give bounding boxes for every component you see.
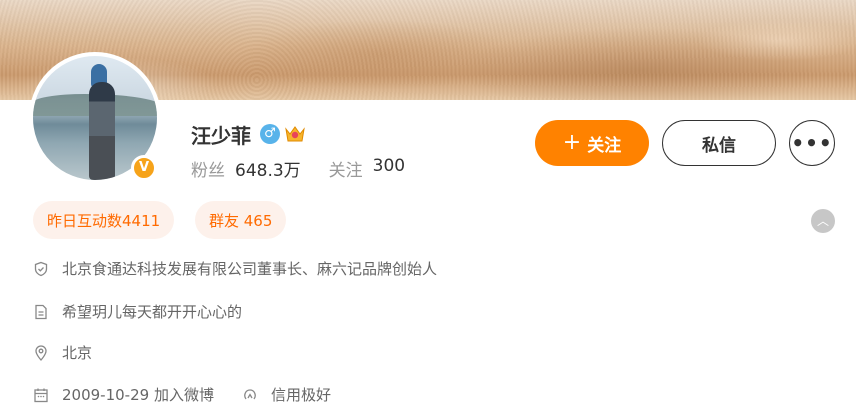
vip-crown-icon[interactable] <box>284 124 306 144</box>
name-row: 汪少菲 ♂ <box>191 120 306 148</box>
message-label: 私信 <box>702 135 736 156</box>
location-text: 北京 <box>62 344 93 362</box>
message-button[interactable]: 私信 <box>662 120 776 166</box>
info-title-row: 北京食通达科技发展有限公司董事长、麻六记品牌创始人 <box>33 258 437 279</box>
document-icon <box>33 304 49 320</box>
shield-icon <box>33 261 49 277</box>
interaction-count-label: 昨日互动数4411 <box>47 211 161 230</box>
verified-title: 北京食通达科技发展有限公司董事长、麻六记品牌创始人 <box>62 260 438 278</box>
plus-icon: + <box>562 130 582 155</box>
profile-name: 汪少菲 <box>191 123 251 148</box>
info-location-row: 北京 <box>33 342 92 363</box>
followers-label[interactable]: 粉丝 <box>191 156 225 181</box>
more-button[interactable]: ••• <box>789 120 835 166</box>
bio-text: 希望玥儿每天都开开心心的 <box>62 303 243 321</box>
interaction-count-tag[interactable]: 昨日互动数4411 <box>33 201 175 239</box>
credit-icon <box>242 387 258 403</box>
chevron-up-icon[interactable]: ︿ <box>811 209 835 233</box>
male-icon: ♂ <box>260 124 280 144</box>
follow-button[interactable]: + 关注 <box>535 120 649 166</box>
following-count[interactable]: 300 <box>373 156 405 181</box>
follow-label: 关注 <box>587 135 622 156</box>
calendar-icon <box>33 387 49 403</box>
verified-badge-icon: V <box>131 155 157 181</box>
info-joined-row: 2009-10-29 加入微博 信用极好 <box>33 384 331 405</box>
joined-date: 2009-10-29 加入微博 <box>62 386 214 404</box>
credit-item[interactable]: 信用极好 <box>242 384 331 405</box>
following-label[interactable]: 关注 <box>329 156 363 181</box>
followers-count[interactable]: 648.3万 <box>235 156 301 181</box>
group-friends-label: 群友 465 <box>209 211 273 230</box>
more-dots-icon: ••• <box>791 131 833 155</box>
location-pin-icon <box>33 344 49 361</box>
info-bio-row: 希望玥儿每天都开开心心的 <box>33 301 242 322</box>
profile-stats: 粉丝 648.3万 关注 300 <box>191 156 405 181</box>
group-friends-tag[interactable]: 群友 465 <box>195 201 287 239</box>
credit-text: 信用极好 <box>270 386 331 404</box>
